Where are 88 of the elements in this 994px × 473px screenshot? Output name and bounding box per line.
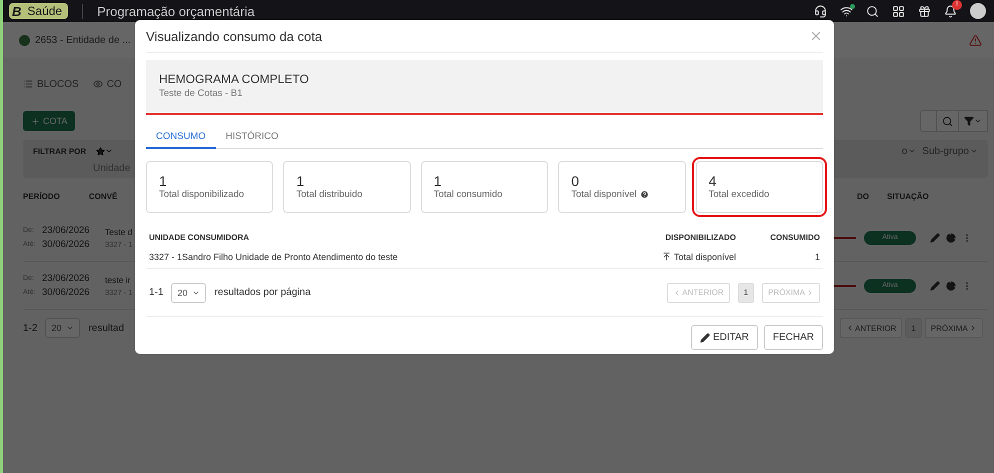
grid-icon (892, 4, 905, 18)
stat-label: Total disponível (571, 189, 637, 200)
headset-icon (814, 4, 827, 18)
star-icon (96, 146, 106, 156)
column-header: CONVÊ (88, 192, 118, 200)
table-cell: Total disponível (674, 252, 736, 262)
table-cell-text: 23/06/2026 (42, 225, 91, 236)
stat-value: 1 (159, 174, 168, 189)
chevron-down-icon (66, 324, 74, 332)
previous-button[interactable]: ANTERIOR (840, 318, 902, 338)
module-title: Programação orçamentária (82, 4, 255, 18)
close-button[interactable]: FECHAR (764, 325, 823, 350)
table-cell: 3327 - 1Sandro Filho Unidade de Pronto Atendimento do teste (149, 252, 398, 262)
page-button[interactable]: 1 (905, 318, 922, 338)
chevron-right-icon (806, 288, 814, 296)
plus-icon (31, 116, 40, 126)
chevron-down-icon (970, 147, 978, 155)
table-cell-text: 23/06/2026 (42, 273, 91, 284)
filter-label: FILTRAR POR (33, 146, 86, 156)
tab[interactable]: HISTÓRICO (216, 125, 288, 149)
search-icon (942, 116, 953, 126)
pie-chart-icon (946, 232, 956, 242)
column-header: DO (857, 192, 869, 200)
tab[interactable]: CONSUMO (146, 125, 216, 149)
product-badge[interactable]: B Saúde (9, 3, 68, 19)
table-cell: Teste d (105, 226, 133, 236)
chevron-down-icon (974, 117, 982, 125)
item-subtitle: Teste de Cotas - B1 (159, 88, 244, 99)
stat-value: 1 (296, 174, 306, 189)
list-icon (23, 79, 33, 89)
column-header: UNIDADE CONSUMIDORA (149, 232, 249, 242)
search-icon (866, 4, 879, 18)
close-icon (809, 29, 823, 43)
filter-dropdown[interactable]: o (902, 146, 916, 156)
product-name: Saúde (27, 4, 62, 18)
item-name: HEMOGRAMA COMPLETO (159, 72, 310, 86)
arrow-up-to-line-icon (662, 252, 671, 261)
help-icon[interactable] (640, 190, 649, 199)
per-page-label: resultad (88, 322, 124, 334)
warning-icon (969, 34, 982, 46)
stat-label: Total disponibilizado (159, 189, 244, 200)
stat-label: Total consumido (434, 189, 502, 200)
entity-name[interactable]: 2653 - Entidade de ... (35, 34, 131, 46)
stat-value: 4 (708, 174, 718, 189)
close-button[interactable] (809, 29, 823, 43)
funnel-icon (964, 116, 974, 126)
result-range: 1-1 (149, 287, 164, 298)
column-header: PERÍODO (23, 192, 60, 200)
page-button[interactable]: 1 (738, 282, 754, 302)
result-range: 1-2 (23, 322, 38, 334)
pencil-icon (930, 232, 940, 242)
stat-label: Total distribuido (296, 189, 362, 200)
table-cell-text: 30/06/2026 (42, 239, 91, 250)
column-header: DISPONIBILIZADO (665, 232, 736, 242)
column-header: CONSUMIDO (770, 232, 820, 242)
table-cell-text: teste ir (105, 274, 132, 284)
avatar[interactable] (970, 3, 986, 19)
table-cell: 1 (814, 252, 820, 262)
chevron-icon (105, 147, 114, 155)
column-header: SITUAÇÃO (887, 192, 929, 200)
pie-chart-icon (946, 280, 956, 290)
per-page-select[interactable]: 20 (171, 282, 206, 302)
pencil-icon (700, 332, 710, 342)
chevron-down-icon (908, 147, 916, 155)
eye-icon (92, 79, 103, 89)
modal-title: Visualizando consumo da cota (146, 28, 322, 44)
status-dot (850, 4, 855, 8)
filter-button[interactable] (959, 110, 988, 132)
add-button[interactable]: COTA (23, 111, 76, 131)
chevron-left-icon (846, 324, 854, 332)
wifi-icon (840, 4, 853, 18)
entity-icon (19, 34, 30, 46)
per-page-label: resultados por página (214, 287, 311, 298)
search-button[interactable] (937, 110, 959, 132)
table-cell-text: 30/06/2026 (42, 287, 91, 298)
page-tab[interactable]: BLOCOS (23, 78, 79, 90)
filter-dropdown[interactable]: Sub-grupo (922, 146, 978, 156)
next-button[interactable]: PRÓXIMA (924, 318, 983, 338)
pencil-icon (930, 280, 940, 290)
gift-icon (918, 4, 931, 18)
edit-button[interactable]: EDITAR (690, 325, 758, 350)
bell-icon (944, 4, 957, 18)
page-tab[interactable]: CO (92, 78, 122, 90)
stat-value: 0 (571, 174, 580, 189)
stat-value: 1 (434, 174, 443, 189)
logo: B (12, 4, 22, 18)
stat-label: Total excedido (708, 189, 770, 200)
per-page-select[interactable]: 20 (45, 318, 80, 338)
